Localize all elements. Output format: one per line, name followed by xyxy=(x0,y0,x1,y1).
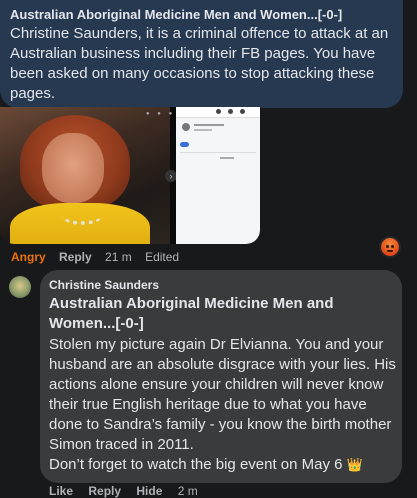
fb-share-line xyxy=(220,157,234,159)
edited-label[interactable]: Edited xyxy=(145,250,179,264)
reply-button[interactable]: Reply xyxy=(88,484,121,498)
angry-reaction-icon[interactable] xyxy=(381,238,399,256)
comment-bubble-page: Australian Aboriginal Medicine Men and W… xyxy=(0,0,403,108)
fb-dot-icon xyxy=(228,109,233,114)
fb-like-icon xyxy=(180,142,189,147)
photo-fb-panel xyxy=(176,107,260,244)
comment-time[interactable]: 21 m xyxy=(105,250,132,264)
comment-actions: Angry Reply 21 m Edited xyxy=(11,250,189,264)
fb-divider xyxy=(180,152,256,153)
hide-button[interactable]: Hide xyxy=(136,484,162,498)
photo-person xyxy=(0,107,170,244)
fb-avatar xyxy=(182,123,190,131)
fb-panel-topbar xyxy=(176,107,260,118)
angry-reaction-button[interactable]: Angry xyxy=(11,250,46,264)
fb-name-line xyxy=(194,124,224,126)
comment-author[interactable]: Australian Aboriginal Medicine Men and W… xyxy=(10,7,342,22)
reply-author[interactable]: Christine Saunders xyxy=(49,278,159,292)
angry-mouth xyxy=(387,250,393,252)
photo-toolbar-icons: ● ● ● xyxy=(146,111,176,117)
attached-screenshot-image[interactable]: ● ● ● › xyxy=(0,107,260,244)
photo-face xyxy=(42,133,104,203)
photo-necklace xyxy=(62,207,102,225)
reply-text: Stolen my picture again Dr Elvianna. You… xyxy=(49,335,397,475)
reply-time[interactable]: 2 m xyxy=(178,484,198,498)
like-button[interactable]: Like xyxy=(49,484,73,498)
reply-button[interactable]: Reply xyxy=(59,250,92,264)
fb-date-line xyxy=(194,129,212,131)
comment-text: Christine Saunders, it is a criminal off… xyxy=(10,25,389,102)
reply-last-line: Don’t forget to watch the big event on M… xyxy=(49,456,343,473)
reply-bubble: Christine Saunders Australian Aboriginal… xyxy=(40,270,402,483)
reply-body: Stolen my picture again Dr Elvianna. You… xyxy=(49,336,396,453)
avatar[interactable] xyxy=(9,276,31,298)
reply-actions: Like Reply Hide 2 m xyxy=(49,484,210,498)
fb-dot-icon xyxy=(240,109,245,114)
crown-emoji: 👑 xyxy=(346,457,363,472)
fb-dot-icon xyxy=(216,109,221,114)
mentioned-page-tag[interactable]: Australian Aboriginal Medicine Men and W… xyxy=(49,294,369,334)
